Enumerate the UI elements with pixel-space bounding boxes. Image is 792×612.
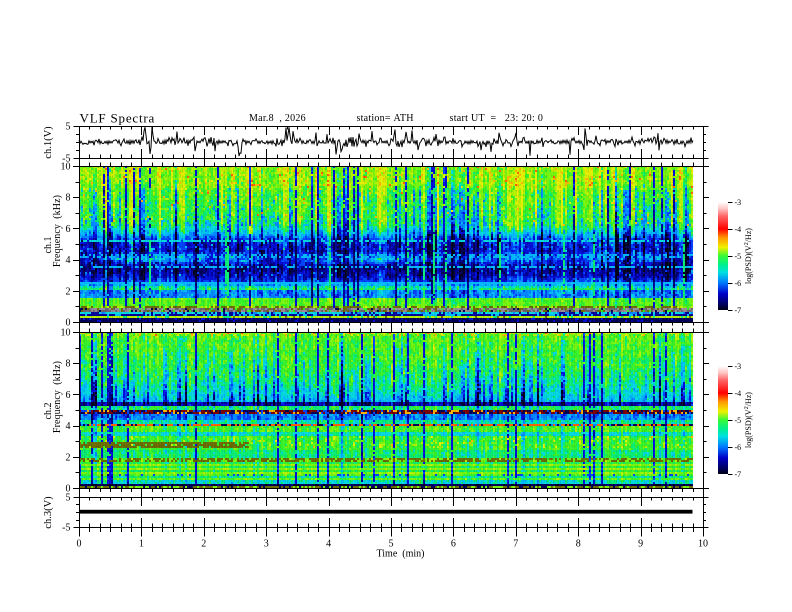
svg-text:4: 4 — [66, 421, 71, 432]
svg-text:-7: -7 — [735, 470, 742, 479]
svg-text:log(PSD)(V2/Hz): log(PSD)(V2/Hz) — [744, 392, 753, 448]
svg-text:ch.3(V): ch.3(V) — [43, 496, 54, 529]
svg-text:-5: -5 — [735, 416, 742, 425]
svg-text:-7: -7 — [735, 306, 742, 315]
svg-text:Time (min): Time (min) — [377, 549, 425, 560]
svg-text:2: 2 — [66, 452, 71, 463]
svg-text:2: 2 — [201, 539, 206, 550]
svg-text:-5: -5 — [735, 252, 742, 261]
svg-text:Mar.8 , 2026: Mar.8 , 2026 — [249, 113, 306, 124]
svg-text:-3: -3 — [735, 198, 742, 207]
svg-text:-6: -6 — [735, 279, 742, 288]
svg-text:3: 3 — [264, 539, 269, 550]
svg-text:9: 9 — [638, 539, 643, 550]
svg-text:8: 8 — [576, 539, 581, 550]
svg-text:0: 0 — [77, 539, 82, 550]
svg-text:6: 6 — [66, 390, 71, 401]
svg-text:1: 1 — [139, 539, 144, 550]
svg-text:10: 10 — [61, 162, 71, 173]
svg-text:2: 2 — [66, 286, 71, 297]
svg-text:0: 0 — [66, 484, 71, 495]
svg-text:4: 4 — [326, 539, 331, 550]
svg-text:6: 6 — [66, 224, 71, 235]
svg-text:station= ATH: station= ATH — [357, 113, 414, 124]
svg-text:ch.1(V): ch.1(V) — [43, 126, 54, 159]
svg-text:4: 4 — [66, 255, 71, 266]
svg-text:Frequency (kHz): Frequency (kHz) — [52, 361, 63, 433]
svg-text:-4: -4 — [735, 389, 742, 398]
svg-text:5: 5 — [66, 122, 71, 133]
svg-text:10: 10 — [61, 328, 71, 339]
svg-text:8: 8 — [66, 359, 71, 370]
svg-text:-5: -5 — [62, 523, 70, 534]
svg-text:7: 7 — [513, 539, 518, 550]
svg-text:log(PSD)(V2/Hz): log(PSD)(V2/Hz) — [744, 228, 753, 284]
svg-text:-4: -4 — [735, 225, 742, 234]
svg-text:10: 10 — [698, 539, 708, 550]
svg-text:6: 6 — [451, 539, 456, 550]
svg-text:8: 8 — [66, 193, 71, 204]
svg-text:-6: -6 — [735, 443, 742, 452]
svg-text:Frequency (kHz): Frequency (kHz) — [52, 195, 63, 267]
svg-text:start UT = 23: 20: 0: start UT = 23: 20: 0 — [450, 113, 544, 124]
svg-text:VLF Spectra: VLF Spectra — [80, 111, 156, 126]
svg-text:-3: -3 — [735, 362, 742, 371]
